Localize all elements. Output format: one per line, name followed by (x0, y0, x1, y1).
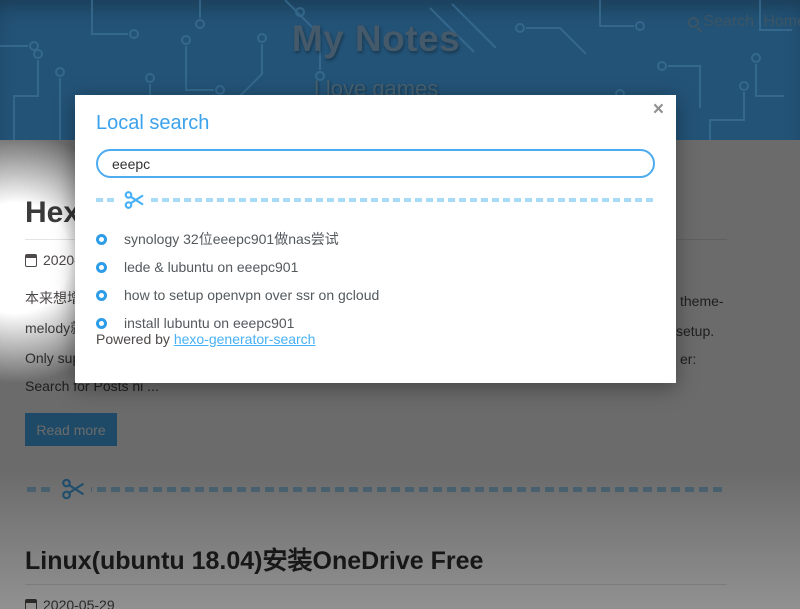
calendar-icon (25, 599, 37, 609)
search-icon (688, 17, 699, 28)
site-title: My Notes (25, 18, 727, 60)
result-bullet-icon (96, 262, 107, 273)
page: My Notes I love games Search Home Hex 20… (0, 0, 800, 609)
excerpt-fragment: theme- (680, 293, 724, 309)
search-results-list: synology 32位eeepc901做nas尝试 lede & lubunt… (96, 225, 379, 337)
excerpt-fragment: er: (680, 351, 696, 367)
powered-by: Powered by hexo-generator-search (96, 331, 315, 347)
calendar-icon (25, 254, 37, 267)
post-title-partial[interactable]: Hex (25, 196, 80, 230)
excerpt-fragment: Only sup (25, 350, 80, 366)
post-date-text: 2020-05-29 (43, 597, 115, 609)
results-separator (96, 198, 655, 202)
search-result-item: how to setup openvpn over ssr on gcloud (96, 281, 379, 309)
post-date: 2020-05-29 (25, 597, 115, 609)
local-search-modal: × Local search synology 32位eeepc901做nas尝… (75, 95, 676, 383)
close-icon[interactable]: × (653, 99, 664, 121)
excerpt-fragment: setup. (676, 323, 714, 339)
excerpt-fragment: 本来想增 (25, 290, 81, 306)
search-result-link[interactable]: synology 32位eeepc901做nas尝试 (124, 229, 339, 249)
search-input[interactable] (96, 149, 655, 178)
post-date: 2020- (25, 252, 79, 268)
nav-home-label: Home (763, 13, 800, 31)
result-bullet-icon (96, 318, 107, 329)
result-bullet-icon (96, 290, 107, 301)
search-result-link[interactable]: lede & lubuntu on eeepc901 (124, 259, 298, 275)
search-result-link[interactable]: install lubuntu on eeepc901 (124, 315, 294, 331)
result-bullet-icon (96, 234, 107, 245)
read-more-button[interactable]: Read more (25, 413, 117, 446)
powered-by-prefix: Powered by (96, 331, 174, 347)
search-result-item: synology 32位eeepc901做nas尝试 (96, 225, 379, 253)
post-separator (27, 487, 727, 492)
scissors-icon (55, 476, 91, 502)
scissors-icon (118, 189, 150, 211)
modal-title: Local search (96, 112, 209, 135)
search-result-link[interactable]: how to setup openvpn over ssr on gcloud (124, 287, 379, 303)
nav-home-link[interactable]: Home (763, 13, 800, 31)
post-title[interactable]: Linux(ubuntu 18.04)安装OneDrive Free (25, 541, 483, 577)
nav-search-link[interactable]: Search (688, 13, 754, 31)
post-title-divider (25, 584, 727, 585)
nav-search-label: Search (703, 13, 754, 31)
post-date-text: 2020- (43, 252, 79, 268)
search-result-item: lede & lubuntu on eeepc901 (96, 253, 379, 281)
powered-by-link[interactable]: hexo-generator-search (174, 331, 316, 347)
